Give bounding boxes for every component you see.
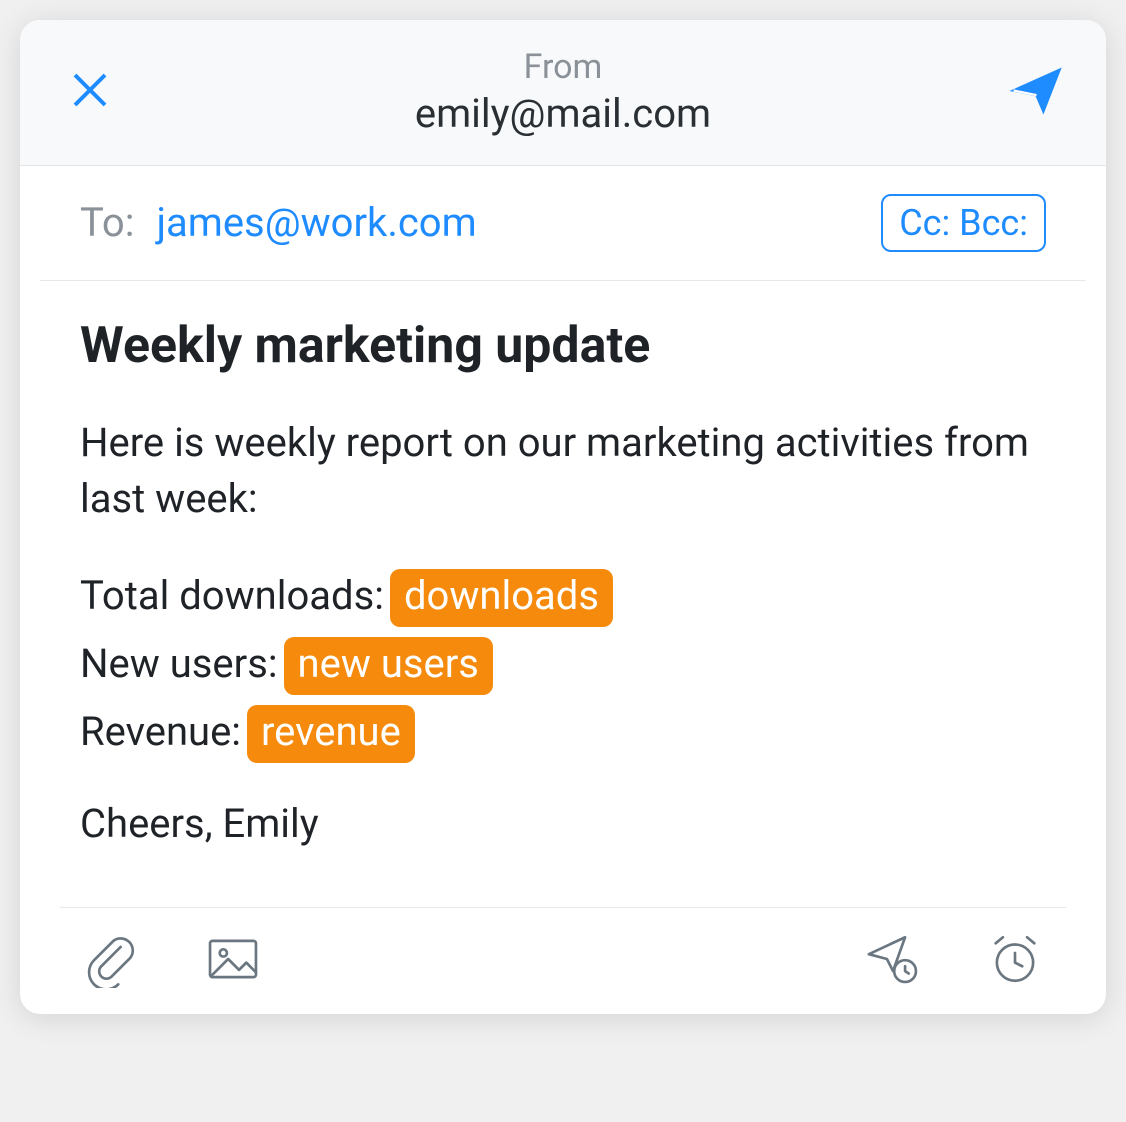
from-label: From — [415, 46, 711, 89]
image-icon — [204, 930, 262, 992]
send-button[interactable] — [1006, 62, 1066, 122]
close-button[interactable] — [60, 62, 120, 122]
attach-button[interactable] — [80, 930, 142, 992]
variable-tag-newusers[interactable]: new users — [284, 637, 493, 695]
send-later-icon — [864, 930, 922, 992]
stats-block: Total downloads:downloads New users:new … — [80, 562, 1046, 766]
compose-header: From emily@mail.com — [20, 20, 1106, 166]
insert-image-button[interactable] — [202, 930, 264, 992]
stat-row-newusers: New users:new users — [80, 630, 1046, 698]
close-icon — [70, 70, 110, 114]
stat-row-revenue: Revenue:revenue — [80, 698, 1046, 766]
stat-label: New users: — [80, 640, 278, 687]
from-email: emily@mail.com — [415, 89, 711, 139]
to-label: To: — [80, 199, 134, 246]
to-row: To: james@work.com Cc: Bcc: — [40, 166, 1086, 281]
stat-row-downloads: Total downloads:downloads — [80, 562, 1046, 630]
to-email: james@work.com — [156, 199, 476, 246]
reminder-button[interactable] — [984, 930, 1046, 992]
paperclip-icon — [82, 930, 140, 992]
compose-email-card: From emily@mail.com To: james@work.com C… — [20, 20, 1106, 1014]
compose-toolbar — [60, 907, 1066, 1014]
paper-plane-icon — [1009, 63, 1064, 122]
from-block[interactable]: From emily@mail.com — [415, 46, 711, 139]
stat-label: Revenue: — [80, 708, 241, 755]
variable-tag-revenue[interactable]: revenue — [247, 705, 415, 763]
alarm-clock-icon — [986, 930, 1044, 992]
signoff: Cheers, Emily — [80, 800, 1046, 847]
send-later-button[interactable] — [862, 930, 924, 992]
to-field[interactable]: To: james@work.com — [80, 199, 477, 246]
cc-bcc-button[interactable]: Cc: Bcc: — [881, 194, 1046, 252]
stat-label: Total downloads: — [80, 572, 384, 619]
subject-line: Weekly marketing update — [80, 317, 1046, 375]
variable-tag-downloads[interactable]: downloads — [390, 569, 613, 627]
intro-paragraph: Here is weekly report on our marketing a… — [80, 415, 1046, 529]
email-body[interactable]: Weekly marketing update Here is weekly r… — [20, 281, 1106, 908]
